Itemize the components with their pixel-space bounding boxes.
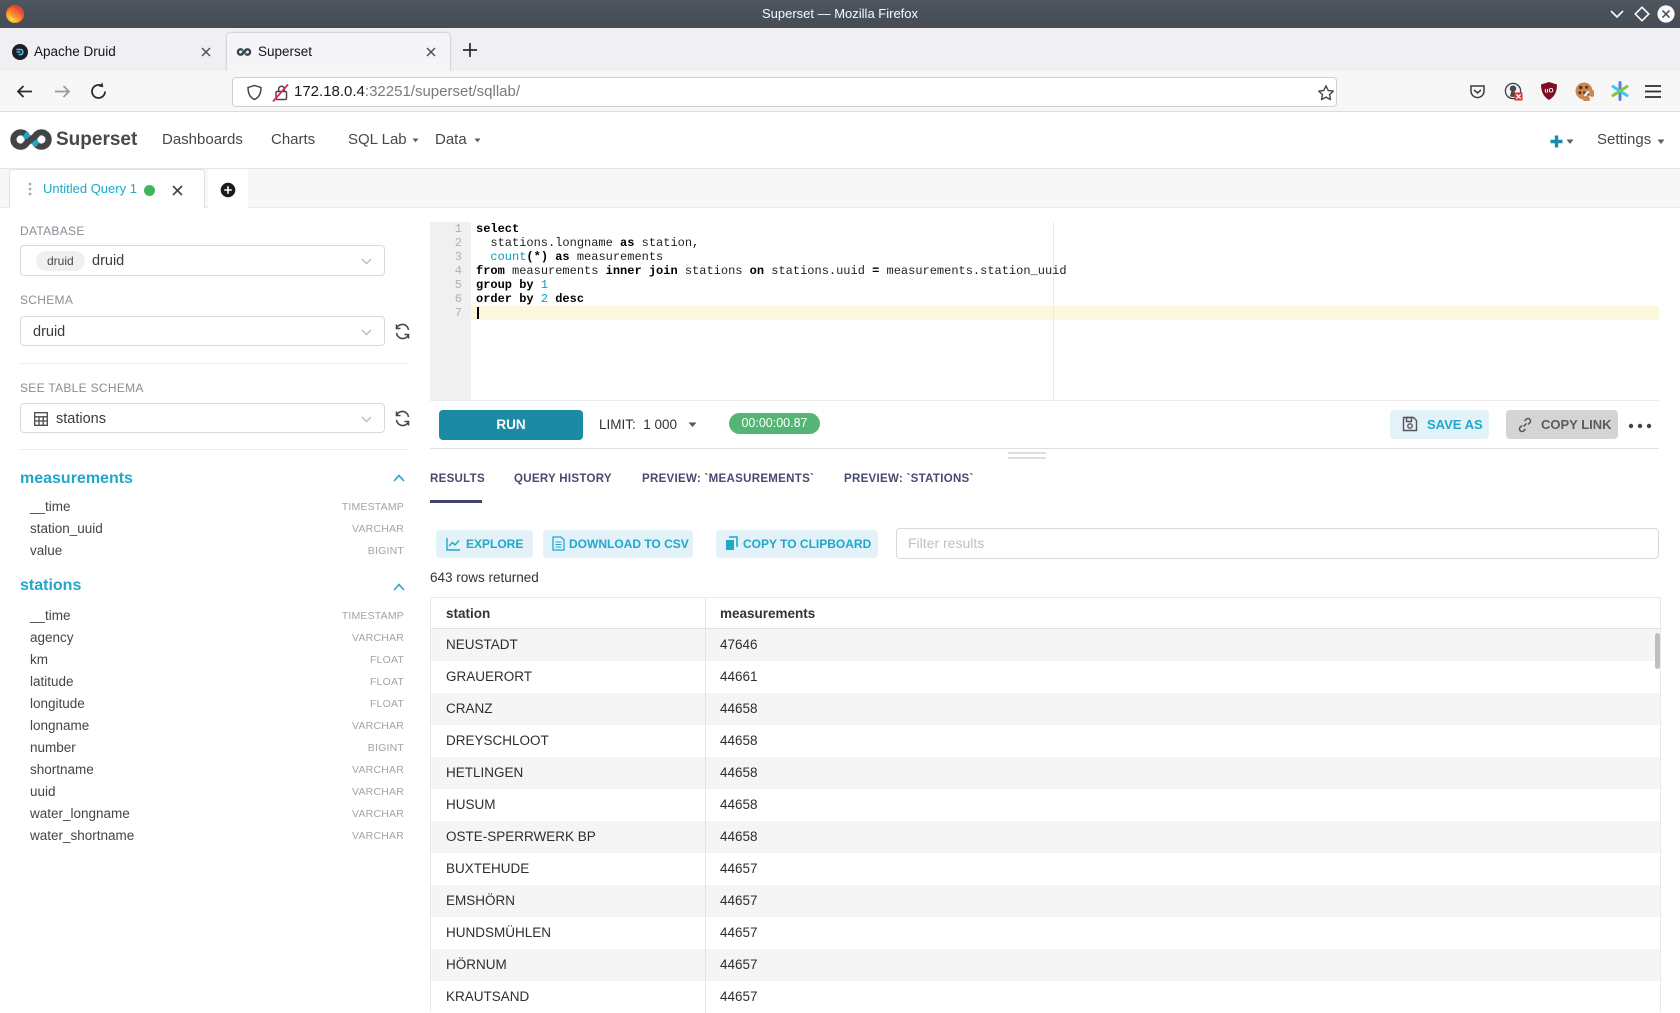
svg-text:uO: uO xyxy=(1544,88,1553,95)
